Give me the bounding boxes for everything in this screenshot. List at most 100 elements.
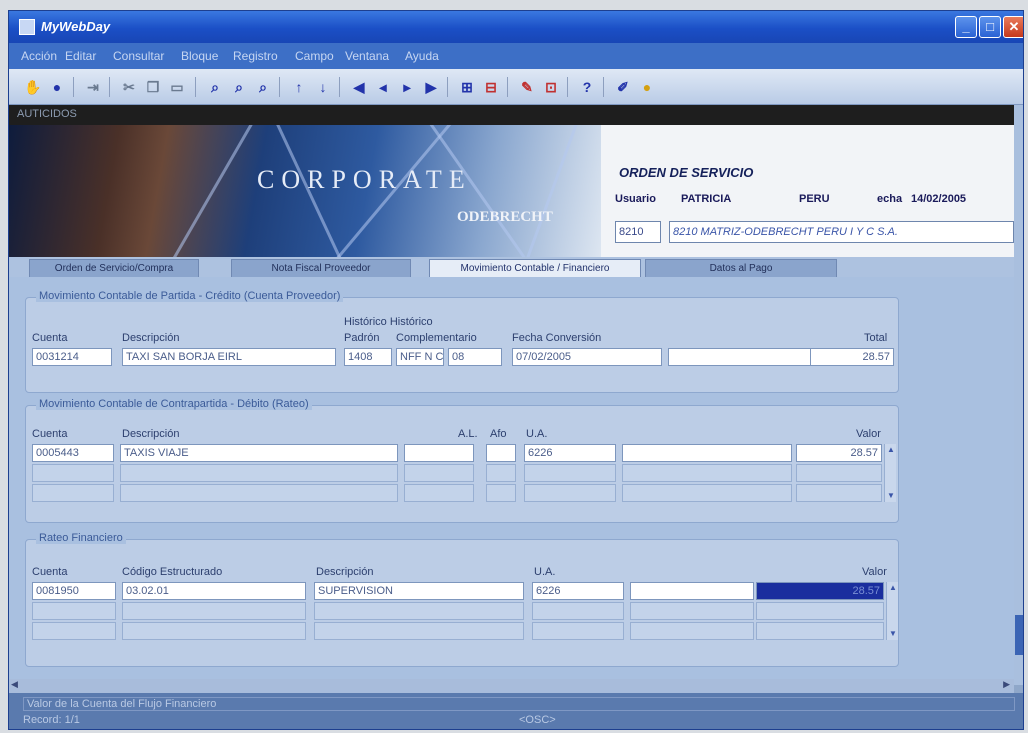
edit-icon[interactable]: ✐ <box>613 77 633 97</box>
debit-al-field[interactable] <box>404 484 474 502</box>
date-label: echa <box>877 193 903 205</box>
help-icon[interactable]: ? <box>577 77 597 97</box>
financial-ua-field[interactable] <box>532 622 624 640</box>
copy-icon[interactable]: ❐ <box>143 77 163 97</box>
credit-padron-field[interactable]: 1408 <box>344 348 392 366</box>
financial-descripcion-field[interactable]: SUPERVISION <box>314 582 524 600</box>
credit-section: Movimiento Contable de Partida - Crédito… <box>25 290 899 393</box>
previous-record-icon[interactable]: ◂ <box>373 77 393 97</box>
debit-ua-field[interactable] <box>524 464 616 482</box>
debit-blank-field[interactable] <box>622 444 792 462</box>
print-icon[interactable]: ● <box>47 77 67 97</box>
arrow-down-icon[interactable]: ↓ <box>313 77 333 97</box>
financial-valor-field[interactable] <box>756 622 884 640</box>
financial-descripcion-field[interactable] <box>314 622 524 640</box>
credit-complementario2-field[interactable]: 08 <box>448 348 502 366</box>
menu-ayuda[interactable]: Ayuda <box>405 49 439 63</box>
debit-cuenta-field[interactable] <box>32 464 114 482</box>
financial-blank-field[interactable] <box>630 602 754 620</box>
save-icon[interactable]: ✋ <box>23 77 43 97</box>
financial-valor-field[interactable]: 28.57 <box>756 582 884 600</box>
tab-nota-fiscal[interactable]: Nota Fiscal Proveedor <box>231 259 411 277</box>
scroll-down-icon[interactable]: ▼ <box>887 628 899 640</box>
maximize-button[interactable]: □ <box>979 16 1001 38</box>
credit-cuenta-field[interactable]: 0031214 <box>32 348 112 366</box>
debit-ua-field[interactable] <box>524 484 616 502</box>
financial-ua-field[interactable] <box>532 602 624 620</box>
financial-descripcion-field[interactable] <box>314 602 524 620</box>
minimize-button[interactable]: _ <box>955 16 977 38</box>
scroll-up-icon[interactable]: ▲ <box>885 444 897 456</box>
insert-record-icon[interactable]: ⊞ <box>457 77 477 97</box>
close-button[interactable]: ✕ <box>1003 16 1023 38</box>
query-icon[interactable]: ⌕ <box>205 77 225 97</box>
financial-cuenta-field[interactable] <box>32 602 116 620</box>
financial-codigo-field[interactable] <box>122 602 306 620</box>
tab-datos-pago[interactable]: Datos al Pago <box>645 259 837 277</box>
financial-codigo-field[interactable]: 03.02.01 <box>122 582 306 600</box>
debit-descripcion-field[interactable] <box>120 484 398 502</box>
credit-complementario-field[interactable]: NFF N C <box>396 348 444 366</box>
credit-total-field[interactable]: 28.57 <box>810 348 894 366</box>
debit-descripcion-field[interactable]: TAXIS VIAJE <box>120 444 398 462</box>
paste-icon[interactable]: ▭ <box>167 77 187 97</box>
menu-editar[interactable]: Editar <box>65 49 96 63</box>
menu-ventana[interactable]: Ventana <box>345 49 389 63</box>
company-description-field[interactable]: 8210 MATRIZ-ODEBRECHT PERU I Y C S.A. <box>669 221 1014 243</box>
cancel-query-icon[interactable]: ⌕ <box>253 77 273 97</box>
tab-orden-servicio[interactable]: Orden de Servicio/Compra <box>29 259 199 277</box>
company-code-field[interactable]: 8210 <box>615 221 661 243</box>
scrollbar-thumb[interactable] <box>1015 615 1023 655</box>
menu-accion[interactable]: Acción <box>21 49 57 63</box>
clear-icon[interactable]: ✎ <box>517 77 537 97</box>
hint-icon[interactable]: ● <box>637 77 657 97</box>
financial-blank-field[interactable] <box>630 582 754 600</box>
delete-record-icon[interactable]: ⊟ <box>481 77 501 97</box>
scroll-right-icon[interactable]: ▶ <box>1003 679 1010 690</box>
financial-section-title: Rateo Financiero <box>36 532 126 544</box>
window-vertical-scrollbar[interactable] <box>1014 105 1023 685</box>
financial-ua-field[interactable]: 6226 <box>532 582 624 600</box>
debit-valor-field[interactable]: 28.57 <box>796 444 882 462</box>
scroll-left-icon[interactable]: ◀ <box>11 679 18 690</box>
lock-icon[interactable]: ⊡ <box>541 77 561 97</box>
financial-cuenta-field[interactable] <box>32 622 116 640</box>
financial-codigo-field[interactable] <box>122 622 306 640</box>
menu-campo[interactable]: Campo <box>295 49 334 63</box>
scroll-up-icon[interactable]: ▲ <box>887 582 899 594</box>
debit-afo-field[interactable] <box>486 484 516 502</box>
toolbar-separator <box>447 77 448 97</box>
financial-blank-field[interactable] <box>630 622 754 640</box>
debit-ua-field[interactable]: 6226 <box>524 444 616 462</box>
menu-bloque[interactable]: Bloque <box>181 49 218 63</box>
debit-cuenta-field[interactable] <box>32 484 114 502</box>
financial-valor-field[interactable] <box>756 602 884 620</box>
menu-consultar[interactable]: Consultar <box>113 49 164 63</box>
debit-valor-field[interactable] <box>796 484 882 502</box>
debit-scrollbar[interactable]: ▲ ▼ <box>884 444 896 502</box>
execute-query-icon[interactable]: ⌕ <box>229 77 249 97</box>
debit-cuenta-field[interactable]: 0005443 <box>32 444 114 462</box>
financial-scrollbar[interactable]: ▲ ▼ <box>886 582 898 640</box>
next-record-icon[interactable]: ▸ <box>397 77 417 97</box>
debit-blank-field[interactable] <box>622 464 792 482</box>
scroll-down-icon[interactable]: ▼ <box>885 490 897 502</box>
debit-afo-field[interactable] <box>486 464 516 482</box>
first-record-icon[interactable]: ◀ <box>349 77 369 97</box>
cut-icon[interactable]: ✂ <box>119 77 139 97</box>
horizontal-scrollbar[interactable]: ◀ ▶ <box>9 679 1014 693</box>
tab-movimiento-contable[interactable]: Movimiento Contable / Financiero <box>429 259 641 277</box>
debit-afo-field[interactable] <box>486 444 516 462</box>
financial-cuenta-field[interactable]: 0081950 <box>32 582 116 600</box>
debit-valor-field[interactable] <box>796 464 882 482</box>
credit-descripcion-field[interactable]: TAXI SAN BORJA EIRL <box>122 348 336 366</box>
arrow-up-icon[interactable]: ↑ <box>289 77 309 97</box>
exit-icon[interactable]: ⇥ <box>83 77 103 97</box>
credit-fecha-field[interactable]: 07/02/2005 <box>512 348 662 366</box>
debit-blank-field[interactable] <box>622 484 792 502</box>
debit-al-field[interactable] <box>404 444 474 462</box>
last-record-icon[interactable]: ▶ <box>421 77 441 97</box>
debit-al-field[interactable] <box>404 464 474 482</box>
menu-registro[interactable]: Registro <box>233 49 278 63</box>
debit-descripcion-field[interactable] <box>120 464 398 482</box>
